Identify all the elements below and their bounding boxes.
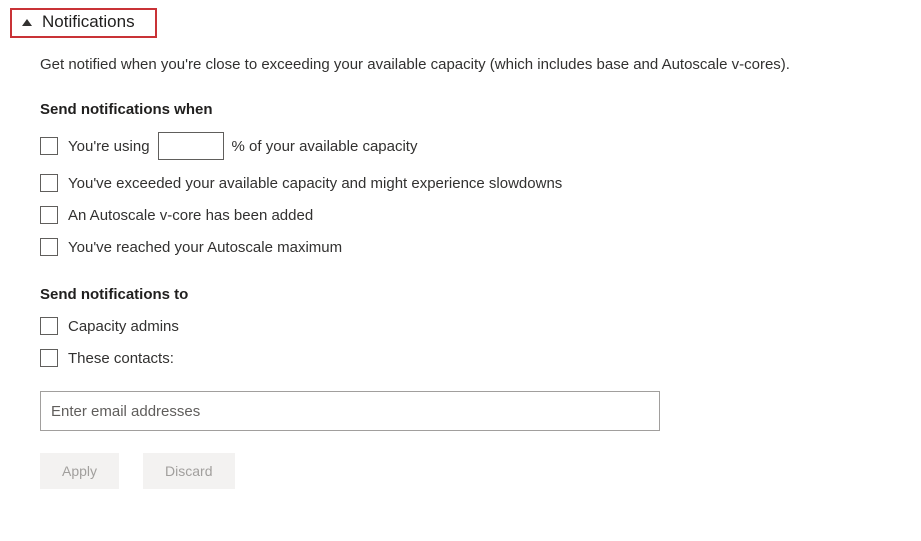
checkbox-exceeded[interactable] [40,174,58,192]
usage-suffix: % of your available capacity [232,138,418,155]
option-capacity-admins-label: Capacity admins [68,318,179,335]
checkbox-autoscale-added[interactable] [40,206,58,224]
option-autoscale-max-row: You've reached your Autoscale maximum [40,238,921,256]
send-to-block: Send notifications to Capacity admins Th… [40,286,921,453]
option-exceeded-row: You've exceeded your available capacity … [40,174,921,192]
option-usage-row: You're using % of your available capacit… [40,132,921,160]
option-usage-label: You're using % of your available capacit… [68,132,417,160]
notifications-content: Get notified when you're close to exceed… [0,56,921,489]
option-autoscale-max-label: You've reached your Autoscale maximum [68,239,342,256]
caret-up-icon [22,19,32,26]
option-autoscale-added-row: An Autoscale v-core has been added [40,206,921,224]
option-capacity-admins-row: Capacity admins [40,317,921,335]
button-row: Apply Discard [40,453,921,489]
send-to-heading: Send notifications to [40,286,921,303]
checkbox-usage[interactable] [40,137,58,155]
send-when-heading: Send notifications when [40,101,921,118]
option-exceeded-label: You've exceeded your available capacity … [68,175,562,192]
usage-percent-input[interactable] [158,132,224,160]
section-title: Notifications [42,12,135,32]
checkbox-capacity-admins[interactable] [40,317,58,335]
option-autoscale-added-label: An Autoscale v-core has been added [68,207,313,224]
usage-prefix: You're using [68,138,150,155]
description-text: Get notified when you're close to exceed… [40,56,921,73]
checkbox-autoscale-max[interactable] [40,238,58,256]
option-these-contacts-label: These contacts: [68,350,174,367]
email-addresses-input[interactable] [40,391,660,431]
apply-button[interactable]: Apply [40,453,119,489]
discard-button[interactable]: Discard [143,453,234,489]
notifications-section-header[interactable]: Notifications [10,8,157,38]
checkbox-these-contacts[interactable] [40,349,58,367]
option-these-contacts-row: These contacts: [40,349,921,367]
